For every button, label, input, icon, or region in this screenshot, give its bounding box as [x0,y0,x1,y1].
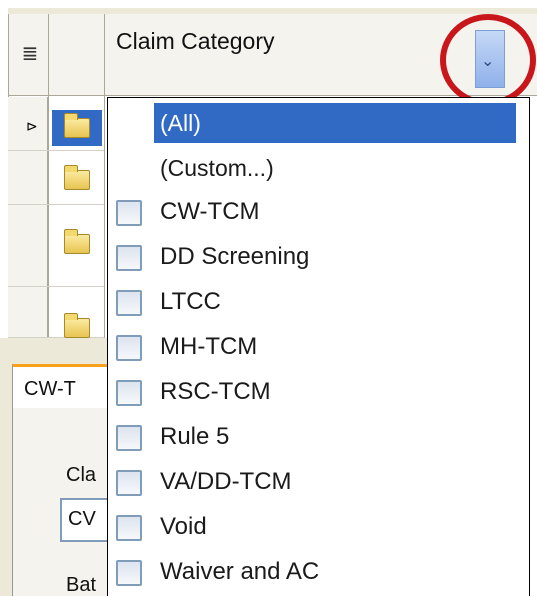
option-ltcc[interactable]: LTCC [116,281,496,323]
claim-field-value: CV [68,508,96,530]
checkbox[interactable] [116,200,142,226]
option-label: CW-TCM [160,198,260,225]
option-label: Void [160,513,207,540]
option-dd-screening[interactable]: DD Screening [116,236,496,278]
column-header-claim-category[interactable]: Claim Category [116,28,275,55]
folder-icon [64,113,90,138]
option-cw-tcm[interactable]: CW-TCM [116,191,496,233]
list-icon[interactable]: ≣ [20,38,40,68]
tab-label: CW-T [24,378,76,400]
checkbox[interactable] [116,515,142,541]
column-divider [104,14,105,338]
checkbox[interactable] [116,470,142,496]
batch-field-label: Bat [66,574,97,596]
checkbox[interactable] [116,245,142,271]
option-label: Waiver and AC [160,558,320,585]
checkbox[interactable] [116,290,142,316]
option-custom[interactable]: (Custom...) [154,148,516,188]
folder-icon [64,165,90,190]
checkbox[interactable] [116,560,142,586]
option-label: MH-TCM [160,333,258,360]
option-label: LTCC [160,288,221,315]
option-label: RSC-TCM [160,378,271,405]
folder-icon [64,313,90,338]
option-label: DD Screening [160,243,310,270]
checkbox[interactable] [116,335,142,361]
option-rsc-tcm[interactable]: RSC-TCM [116,371,496,413]
option-all[interactable]: (All) [154,103,516,143]
highlight-circle [440,14,536,106]
option-mh-tcm[interactable]: MH-TCM [116,326,496,368]
claim-field-label: Cla [66,464,97,486]
option-rule-5[interactable]: Rule 5 [116,416,496,458]
claim-field-input[interactable]: CV [60,498,112,542]
option-va-dd-tcm[interactable]: VA/DD-TCM [116,461,496,503]
option-waiver-and-ac[interactable]: Waiver and AC [116,551,496,593]
checkbox[interactable] [116,425,142,451]
folder-icon [64,229,90,254]
current-row-indicator-icon: ⊳ [26,119,38,135]
option-label: Rule 5 [160,423,230,450]
checkbox[interactable] [116,380,142,406]
option-label: VA/DD-TCM [160,468,292,495]
option-void[interactable]: Void [116,506,496,548]
